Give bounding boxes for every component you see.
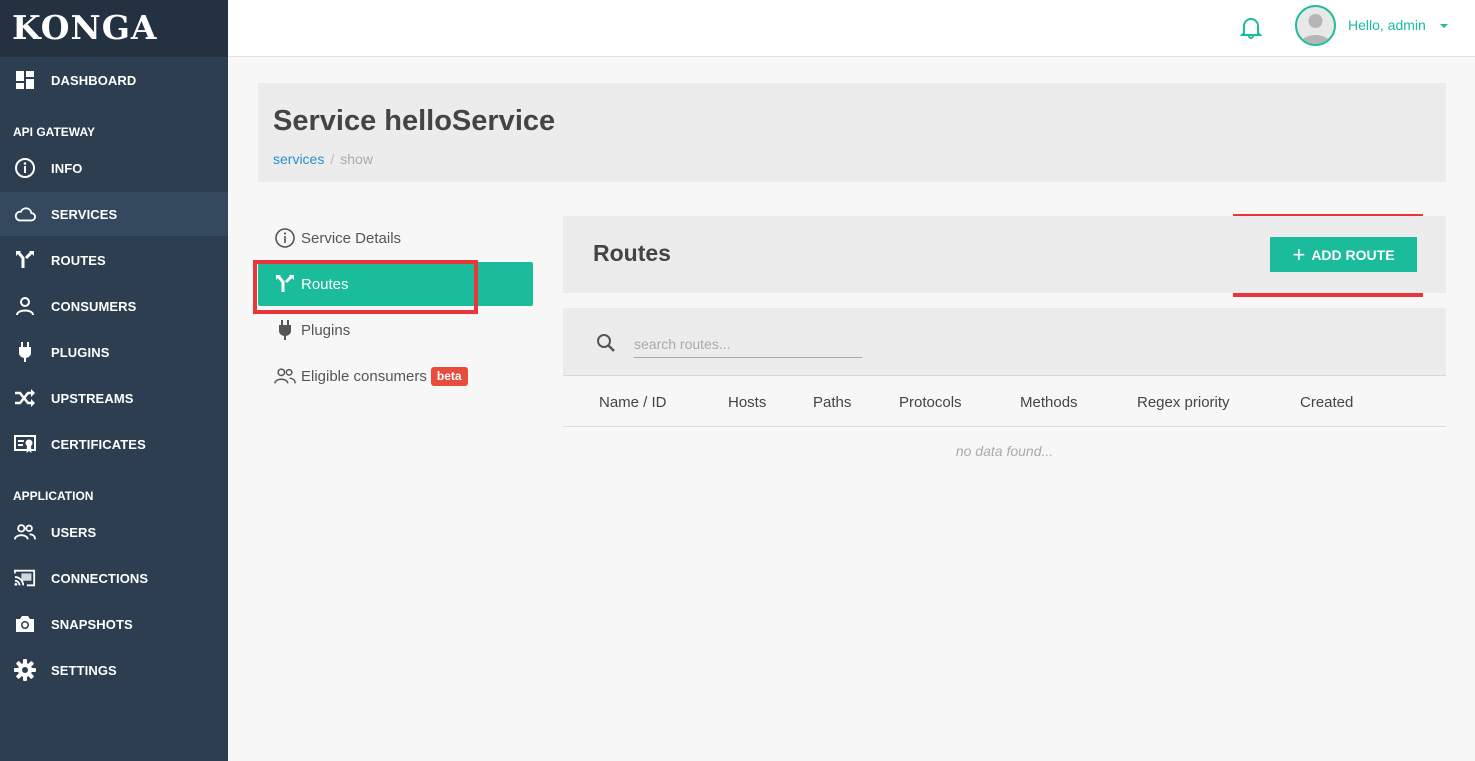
sidebar-item-consumers[interactable]: CONSUMERS: [0, 284, 228, 328]
sidebar-item-certificates[interactable]: CERTIFICATES: [0, 422, 228, 466]
subnav-label: Eligible consumers beta: [301, 366, 468, 386]
section-application: APPLICATION: [13, 489, 94, 503]
column-header-hosts[interactable]: Hosts: [728, 394, 766, 411]
dashboard-icon: [14, 69, 36, 91]
plug-icon: [274, 319, 296, 341]
empty-state-text: no data found...: [955, 443, 1054, 459]
user-icon: [14, 295, 36, 317]
section-api-gateway: API GATEWAY: [13, 125, 96, 139]
search-icon: [595, 332, 617, 354]
add-route-label: ADD ROUTE: [1311, 246, 1395, 263]
breadcrumb-current: show: [340, 151, 373, 167]
bell-icon[interactable]: [1239, 15, 1263, 39]
column-header-methods[interactable]: Methods: [1020, 394, 1078, 411]
search-panel: [563, 308, 1446, 376]
breadcrumb: services / show: [273, 151, 373, 167]
sidebar-item-snapshots[interactable]: SNAPSHOTS: [0, 602, 228, 646]
sidebar-item-settings[interactable]: SETTINGS: [0, 648, 228, 692]
subnav-eligible-consumers[interactable]: Eligible consumers beta: [258, 354, 533, 398]
chevron-down-icon[interactable]: [1440, 24, 1448, 28]
column-header-regex-priority[interactable]: Regex priority: [1137, 394, 1230, 411]
search-input[interactable]: [634, 330, 862, 358]
column-header-created[interactable]: Created: [1300, 394, 1353, 411]
avatar[interactable]: [1295, 5, 1336, 46]
sidebar-item-label: INFO: [51, 160, 83, 176]
plus-icon: +: [1292, 241, 1306, 267]
subnav-label-text: Eligible consumers: [301, 367, 427, 385]
sidebar-item-label: SERVICES: [51, 206, 118, 222]
info-icon: [274, 227, 296, 249]
highlight-box-routes-tab: [253, 260, 478, 314]
sidebar-item-label: CONSUMERS: [51, 298, 137, 314]
sidebar-item-users[interactable]: USERS: [0, 510, 228, 554]
topbar: Hello, admin: [228, 0, 1475, 57]
sidebar-item-connections[interactable]: CONNECTIONS: [0, 556, 228, 600]
sidebar-item-label: PLUGINS: [51, 344, 110, 360]
breadcrumb-separator: /: [330, 151, 335, 167]
sidebar-item-label: SNAPSHOTS: [51, 616, 133, 632]
routes-table-header: Name / ID Hosts Paths Protocols Methods …: [563, 377, 1446, 427]
sidebar-item-services[interactable]: SERVICES: [0, 192, 228, 236]
page-header: Service helloService services / show: [258, 83, 1446, 182]
certificate-icon: [14, 433, 36, 455]
user-menu-label[interactable]: Hello, admin: [1348, 17, 1426, 33]
subnav-label: Plugins: [301, 321, 351, 339]
subnav-label: Service Details: [301, 229, 402, 247]
cast-icon: [14, 567, 36, 589]
add-route-button[interactable]: + ADD ROUTE: [1270, 237, 1417, 272]
sidebar-item-label: CERTIFICATES: [51, 436, 146, 452]
camera-icon: [14, 613, 36, 635]
info-icon: [14, 157, 36, 179]
breadcrumb-link-services[interactable]: services: [273, 151, 324, 167]
gear-icon: [14, 659, 36, 681]
sidebar-item-label: CONNECTIONS: [51, 570, 149, 586]
sidebar-item-routes[interactable]: ROUTES: [0, 238, 228, 282]
cloud-icon: [14, 203, 36, 225]
sidebar-item-label: USERS: [51, 524, 97, 540]
sidebar-item-dashboard[interactable]: DASHBOARD: [0, 58, 228, 102]
column-header-paths[interactable]: Paths: [813, 394, 851, 411]
sidebar-item-upstreams[interactable]: UPSTREAMS: [0, 376, 228, 420]
column-header-protocols[interactable]: Protocols: [899, 394, 962, 411]
sidebar: KONGA DASHBOARD API GATEWAY INFO SERVICE…: [0, 0, 228, 761]
column-header-name-id[interactable]: Name / ID: [599, 394, 667, 411]
logo[interactable]: KONGA: [0, 0, 228, 57]
plug-icon: [14, 341, 36, 363]
sidebar-item-plugins[interactable]: PLUGINS: [0, 330, 228, 374]
beta-badge: beta: [430, 366, 468, 386]
logo-text: KONGA: [12, 8, 158, 47]
routes-panel-header: Routes + ADD ROUTE: [563, 216, 1446, 293]
sidebar-item-label: UPSTREAMS: [51, 390, 134, 406]
users-icon: [274, 365, 296, 387]
sidebar-item-label: ROUTES: [51, 252, 106, 268]
shuffle-icon: [14, 387, 36, 409]
routes-title: Routes: [593, 240, 671, 266]
subnav-plugins[interactable]: Plugins: [258, 308, 533, 352]
sidebar-item-info[interactable]: INFO: [0, 146, 228, 190]
subnav-service-details[interactable]: Service Details: [258, 216, 533, 260]
routes-icon: [14, 249, 36, 271]
sidebar-item-label: SETTINGS: [51, 662, 117, 678]
sidebar-item-label: DASHBOARD: [51, 72, 137, 88]
page-title: Service helloService: [273, 105, 556, 137]
users-icon: [14, 521, 36, 543]
